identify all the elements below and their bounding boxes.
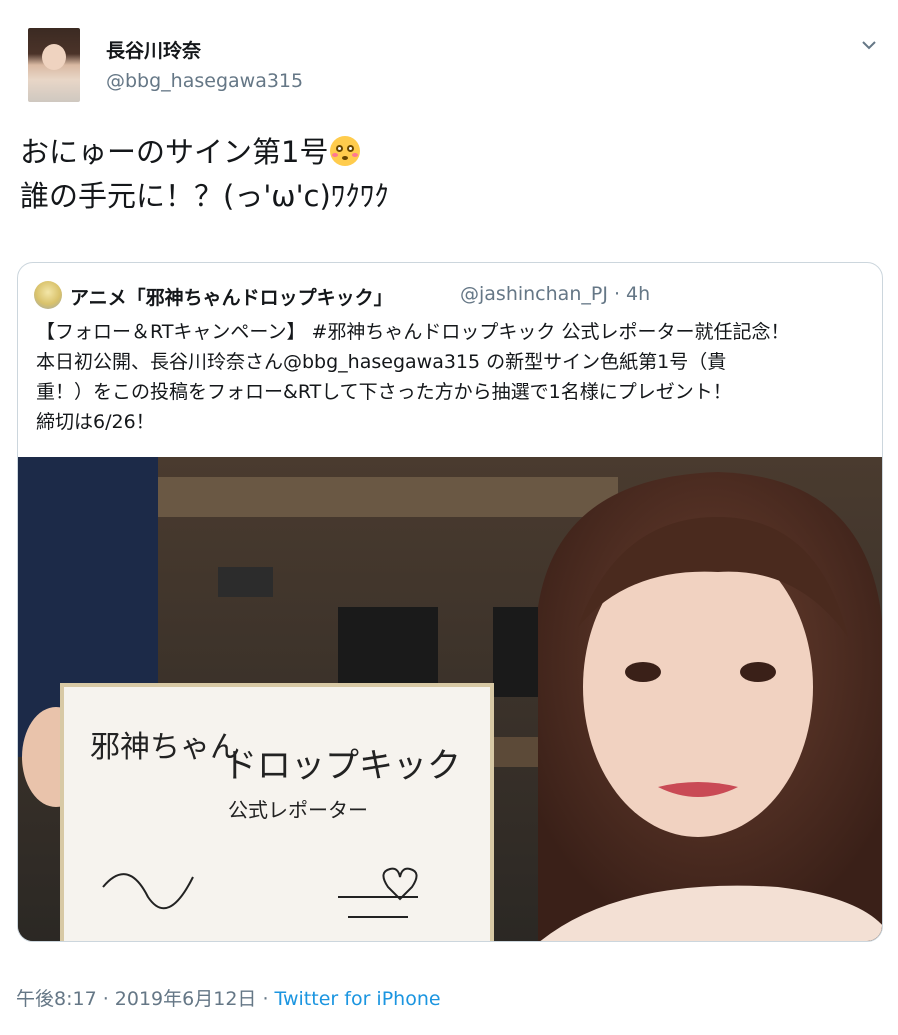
speaker	[218, 567, 273, 597]
tv-left	[338, 607, 438, 687]
quoted-line-3: 重！）をこの投稿をフォロー&RTして下さった方から抽選で1名様にプレゼント！	[36, 381, 732, 403]
timestamp[interactable]: 午後8:17 · 2019年6月12日	[16, 988, 256, 1010]
eye-right	[740, 662, 776, 682]
quoted-display-name: アニメ「邪神ちゃんドロップキック」	[70, 287, 393, 309]
author-handle[interactable]: @bbg_hasegawa315	[106, 70, 303, 92]
tweet-line: おにゅーのサイン第1号	[20, 130, 389, 174]
author-display-name[interactable]: 長谷川玲奈	[106, 36, 201, 63]
quoted-handle-time: @jashinchan_PJ · 4h	[460, 283, 651, 305]
quoted-tweet-card[interactable]: アニメ「邪神ちゃんドロップキック」 @jashinchan_PJ · 4h 【フ…	[17, 262, 883, 942]
source-link[interactable]: Twitter for iPhone	[275, 988, 441, 1010]
footer-separator: ·	[256, 988, 275, 1010]
tweet-footer: 午後8:17 · 2019年6月12日 · Twitter for iPhone	[16, 984, 441, 1011]
quoted-avatar	[34, 281, 62, 309]
author-avatar[interactable]	[28, 28, 80, 102]
quoted-line-1: 【フォロー＆RTキャンペーン】 #邪神ちゃんドロップキック 公式レポーター就任記…	[36, 321, 790, 343]
flushed-face-emoji-icon	[330, 136, 361, 166]
eye-left	[625, 662, 661, 682]
board-text-2: ドロップキック	[223, 746, 461, 786]
quoted-line-2: 本日初公開、長谷川玲奈さん@bbg_hasegawa315 の新型サイン色紙第1…	[36, 351, 727, 373]
ceiling-light	[158, 477, 618, 517]
quoted-text: 【フォロー＆RTキャンペーン】 #邪神ちゃんドロップキック 公式レポーター就任記…	[36, 317, 876, 437]
tweet-line-2: 誰の手元に！？(っ'ω'c)ﾜｸﾜｸ	[20, 179, 389, 213]
tweet-text: おにゅーのサイン第1号 誰の手元に！？(っ'ω'c)ﾜｸﾜｸ	[20, 130, 389, 218]
board-text-1: 邪神ちゃん	[90, 730, 240, 765]
quoted-photo[interactable]: 邪神ちゃん ドロップキック 公式レポーター	[18, 457, 883, 942]
board-text-3: 公式レポーター	[228, 798, 368, 822]
chevron-down-icon[interactable]	[860, 36, 878, 54]
quoted-line-4: 締切は6/26！	[36, 411, 155, 433]
tweet-line-1: おにゅーのサイン第1号	[20, 135, 329, 169]
